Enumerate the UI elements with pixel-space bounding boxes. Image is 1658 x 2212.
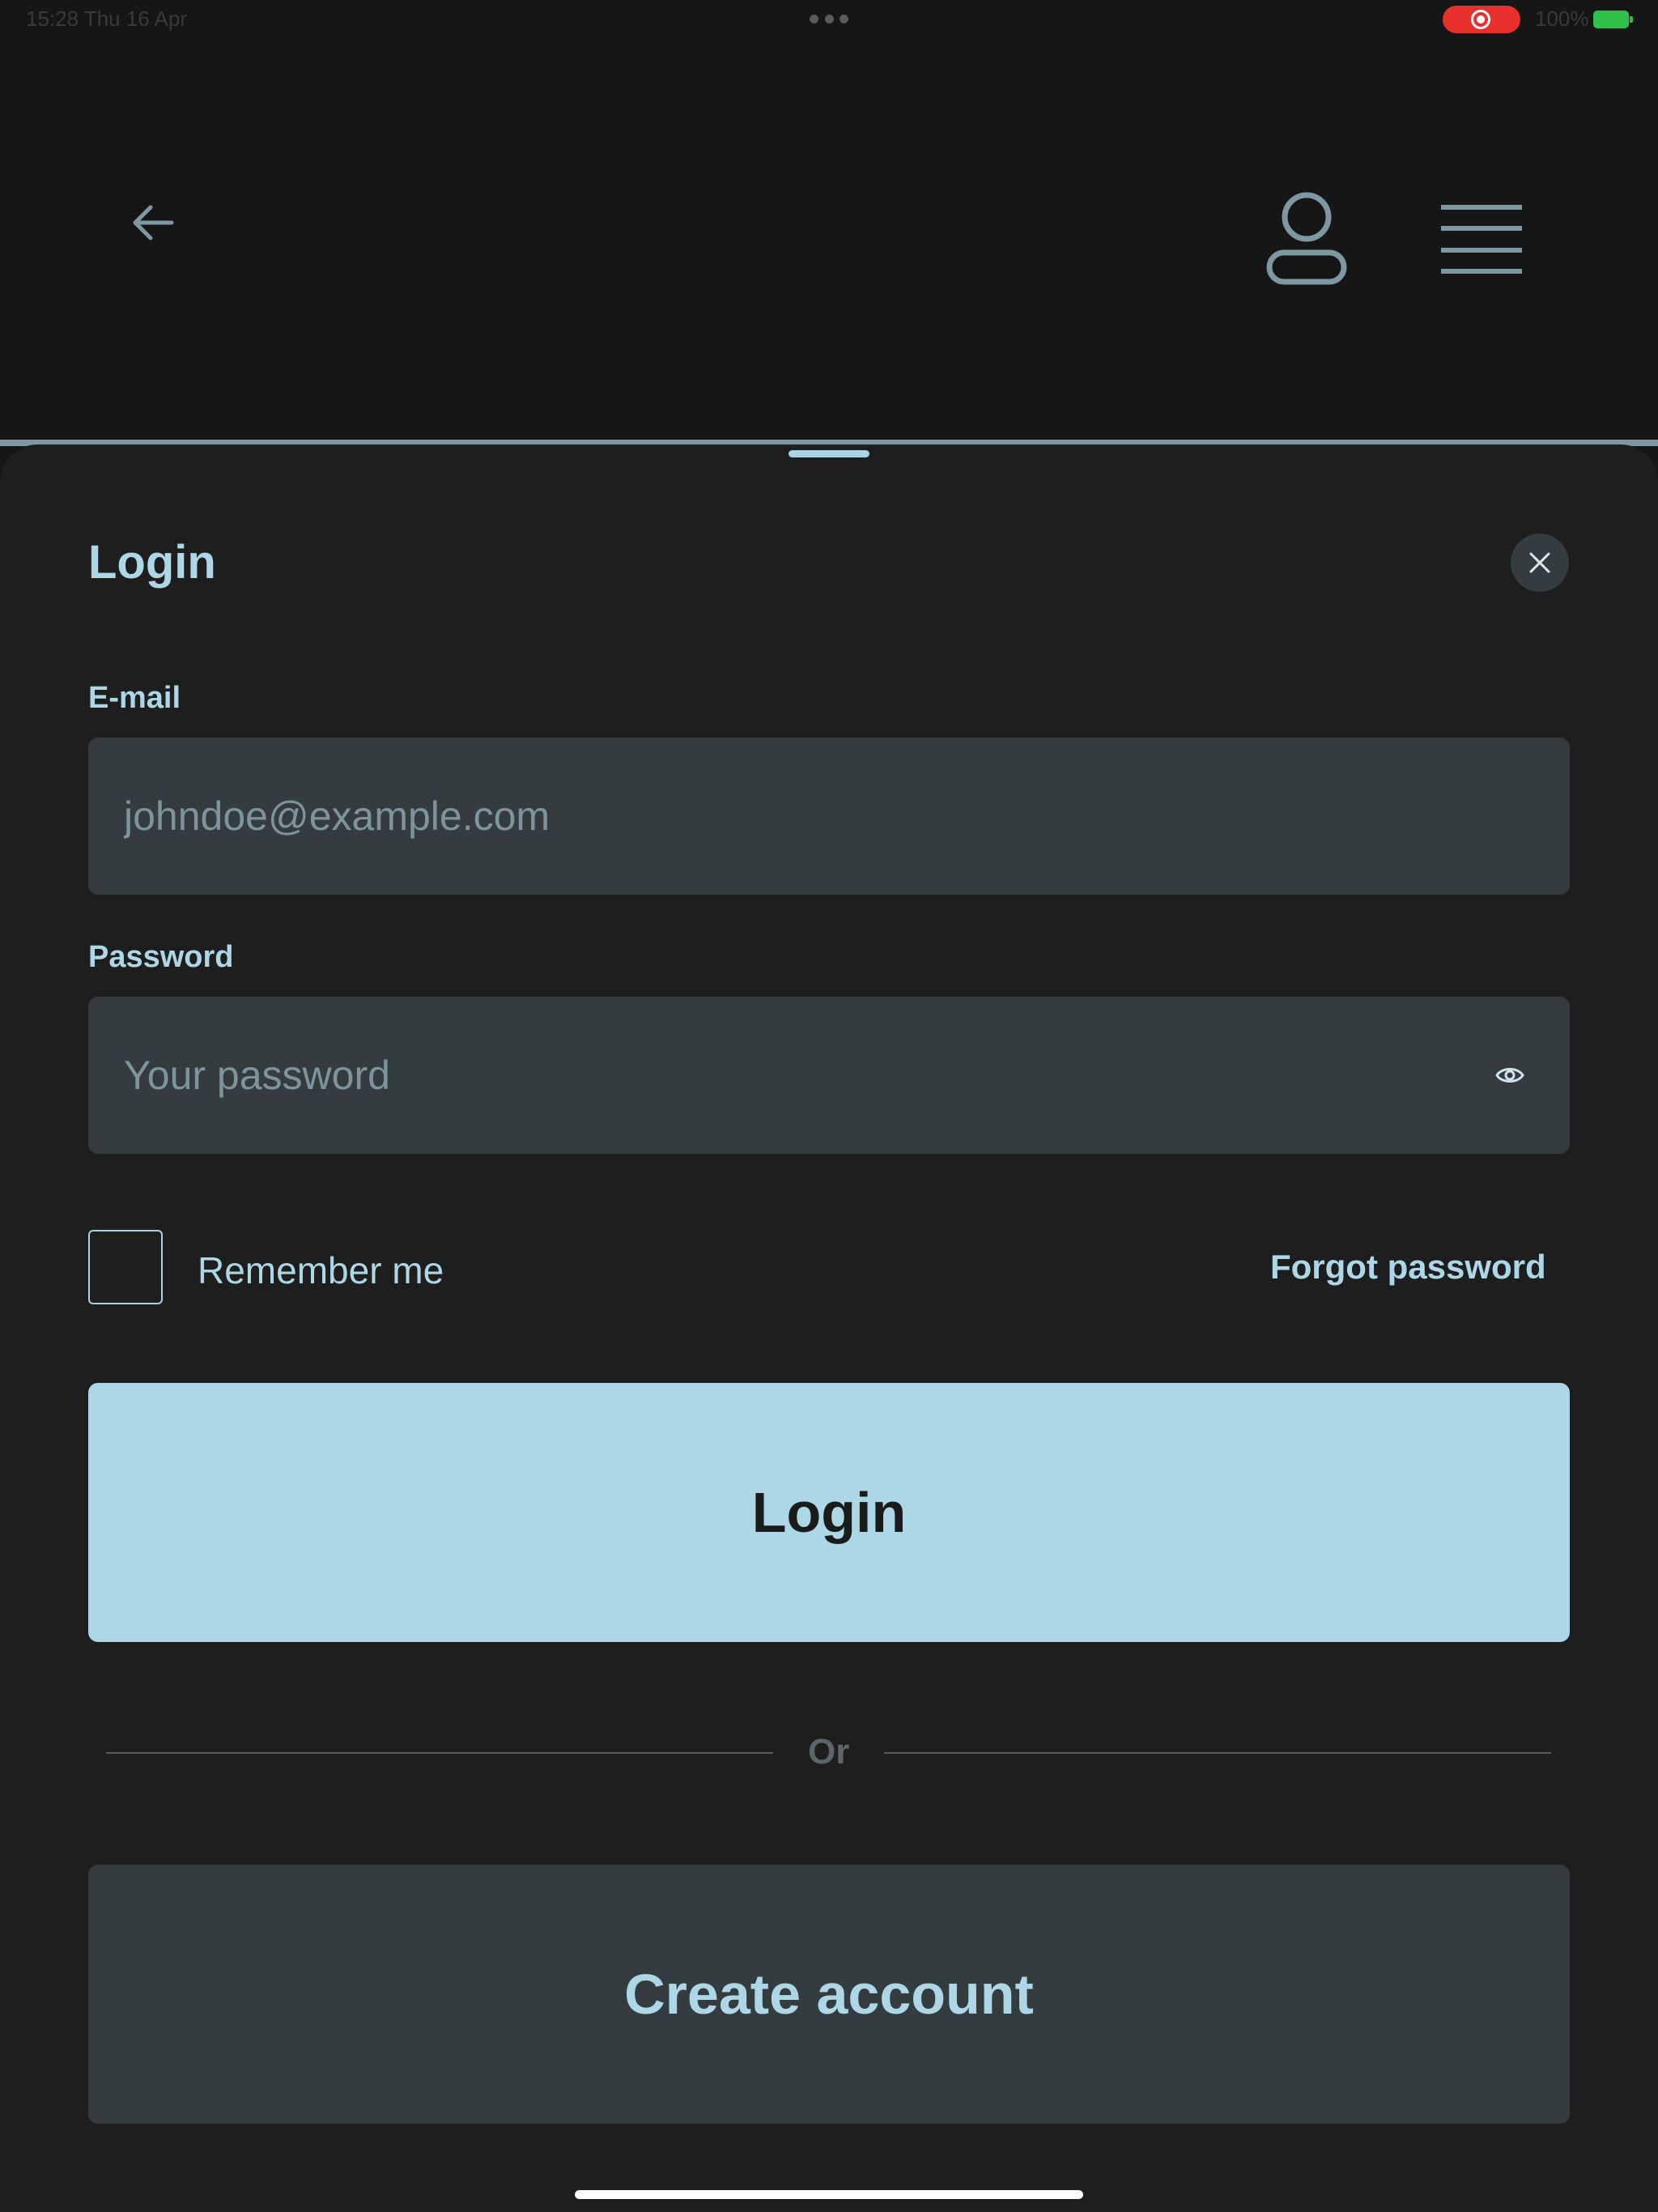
divider-line-right <box>884 1752 1551 1754</box>
login-button-label: Login <box>751 1481 907 1544</box>
divider-line-left <box>106 1752 773 1754</box>
screen-recording-icon[interactable] <box>1443 6 1520 33</box>
sheet-grabber-handle[interactable] <box>789 450 869 457</box>
show-password-eye-icon[interactable] <box>1495 1061 1524 1089</box>
create-account-button-label: Create account <box>624 1963 1034 2026</box>
hamburger-menu-icon[interactable] <box>1439 204 1524 275</box>
sheet-title: Login <box>88 536 216 589</box>
remember-me-checkbox[interactable] <box>88 1230 163 1304</box>
login-button[interactable]: Login <box>88 1383 1570 1642</box>
forgot-password-link[interactable]: Forgot password <box>1270 1248 1546 1287</box>
remember-me-label[interactable]: Remember me <box>198 1249 444 1292</box>
home-indicator[interactable] <box>575 2190 1083 2199</box>
password-field-container <box>88 997 1570 1154</box>
battery-icon <box>1593 11 1633 28</box>
create-account-button[interactable]: Create account <box>88 1865 1570 2124</box>
status-bar: 15:28 Thu 16 Apr 100% <box>0 0 1658 39</box>
close-button[interactable] <box>1511 534 1569 592</box>
email-field-container <box>88 738 1570 895</box>
user-icon[interactable] <box>1263 191 1350 287</box>
status-time: 15:28 Thu 16 Apr <box>26 6 188 31</box>
battery-percentage: 100% <box>1535 6 1589 31</box>
password-field[interactable] <box>124 997 1460 1154</box>
close-icon <box>1529 552 1550 573</box>
arrow-left-icon[interactable] <box>130 202 175 243</box>
multitasking-dots-icon[interactable] <box>810 15 848 24</box>
app-screen: 15:28 Thu 16 Apr 100% Login E-mail johnd… <box>0 0 1658 2212</box>
password-label: Password <box>88 940 234 974</box>
email-field[interactable] <box>124 738 1460 895</box>
or-divider-text: Or <box>808 1732 850 1772</box>
login-sheet: Login E-mail Password Remember me Forgot… <box>0 445 1658 2212</box>
email-label: E-mail <box>88 681 181 715</box>
